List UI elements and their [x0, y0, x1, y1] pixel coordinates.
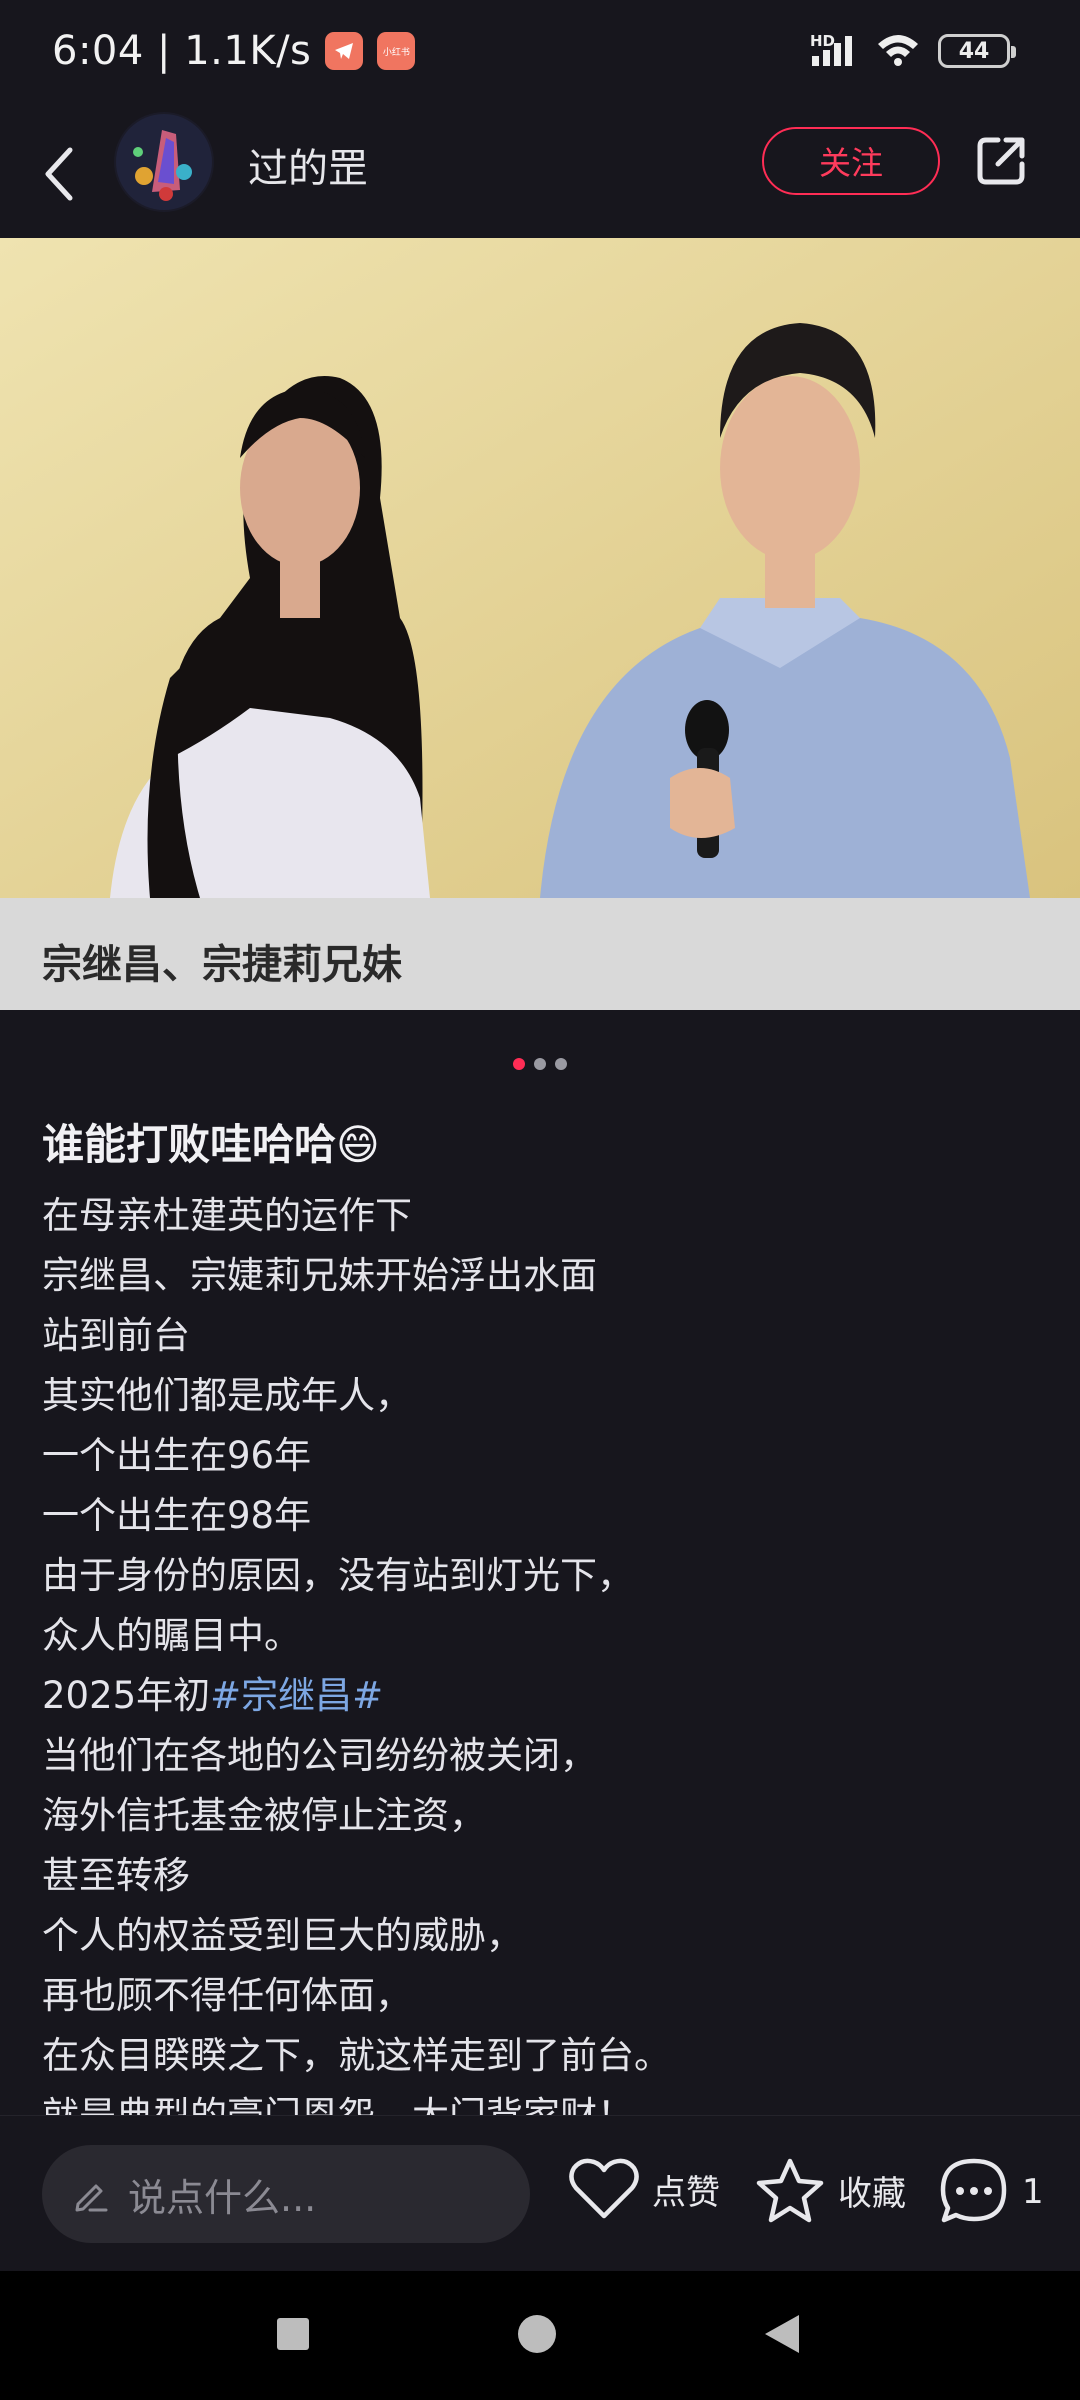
status-left: 6:04 | 1.1K/s 小红书	[52, 28, 416, 74]
comment-button[interactable]: 1	[938, 2156, 1044, 2228]
post-title: 谁能打败哇哈哈😄	[42, 1120, 380, 1169]
page-dot-1[interactable]	[513, 1058, 525, 1070]
image-caption: 宗继昌、宗捷莉兄妹	[42, 942, 402, 988]
share-icon	[977, 137, 1025, 185]
battery-indicator: 44	[938, 34, 1016, 68]
hashtag-link[interactable]: #宗继昌#	[210, 1674, 383, 1717]
comment-count: 1	[1022, 2172, 1044, 2212]
circle-icon	[518, 2315, 556, 2353]
author-avatar[interactable]	[114, 112, 214, 212]
comment-bubble-icon	[940, 2158, 1007, 2223]
image-page-indicator	[0, 1058, 1080, 1070]
post-line: 一个出生在96年	[42, 1434, 312, 1477]
collect-label: 收藏	[838, 2173, 906, 2214]
post-line: 众人的瞩目中。	[42, 1614, 301, 1657]
post-content: 谁能打败哇哈哈😄 在母亲杜建英的运作下 宗继昌、宗婕莉兄妹开始浮出水面 站到前台…	[42, 1110, 1042, 2115]
post-line: 宗继昌、宗婕莉兄妹开始浮出水面	[42, 1254, 597, 1297]
page-dot-3[interactable]	[555, 1058, 567, 1070]
note-header: 过的罡 关注	[0, 110, 1080, 238]
post-line-with-hashtag: 2025年初#宗继昌#	[42, 1666, 1042, 1726]
siblings-photo	[0, 238, 1080, 898]
star-icon	[756, 2158, 824, 2223]
post-line: 海外信托基金被停止注资，	[42, 1794, 486, 1837]
post-line: 一个出生在98年	[42, 1494, 312, 1537]
triangle-back-icon	[765, 2315, 799, 2353]
post-line: 再也顾不得任何体面，	[42, 1974, 412, 2017]
post-line: 个人的权益受到巨大的威胁，	[42, 1914, 523, 1957]
pencil-icon	[75, 2184, 108, 2212]
post-line: 当他们在各地的公司纷纷被关闭，	[42, 1734, 597, 1777]
back-button[interactable]	[28, 134, 88, 214]
post-line: 甚至转移	[42, 1854, 190, 1897]
system-navigation-bar	[0, 2271, 1080, 2400]
post-line: 在众目睽睽之下，就这样走到了前台。	[42, 2034, 671, 2077]
post-line: 由于身份的原因，没有站到灯光下，	[42, 1554, 634, 1597]
hd-signal-icon: HD	[810, 32, 858, 68]
status-time: 6:04 | 1.1K/s	[52, 28, 312, 74]
share-button[interactable]	[970, 130, 1032, 192]
heart-icon	[569, 2158, 639, 2219]
post-image[interactable]	[0, 238, 1080, 898]
status-bar: 6:04 | 1.1K/s 小红书 HD 44	[0, 0, 1080, 110]
post-line: 在母亲杜建英的运作下	[42, 1194, 412, 1237]
post-line: 就是典型的豪门恩怨，大门背家财！	[42, 2086, 1042, 2115]
author-name[interactable]: 过的罡	[248, 136, 368, 194]
follow-button[interactable]: 关注	[762, 127, 940, 195]
status-right: HD 44	[810, 32, 1016, 70]
recents-button[interactable]	[270, 2311, 316, 2357]
telegram-notification-icon	[325, 32, 364, 70]
post-line-prefix: 2025年初	[42, 1674, 211, 1717]
wifi-icon	[876, 32, 920, 70]
home-button[interactable]	[514, 2311, 560, 2357]
comment-input[interactable]: 说点什么...	[42, 2145, 530, 2243]
image-caption-bar: 宗继昌、宗捷莉兄妹	[0, 898, 1080, 1010]
xiaohongshu-notification-icon: 小红书	[377, 32, 416, 70]
bottom-action-bar: 说点什么... 点赞 收藏 1	[0, 2115, 1080, 2271]
square-icon	[277, 2318, 309, 2350]
like-button[interactable]: 点赞	[568, 2156, 720, 2222]
like-label: 点赞	[652, 2172, 720, 2213]
back-nav-button[interactable]	[758, 2311, 804, 2357]
battery-level: 44	[958, 38, 990, 64]
comment-placeholder: 说点什么...	[128, 2175, 317, 2220]
note-detail-screen: 6:04 | 1.1K/s 小红书 HD 44 过的罡 关注 宗继昌、宗捷莉兄妹…	[0, 0, 1080, 2400]
post-line: 其实他们都是成年人，	[42, 1374, 412, 1417]
collect-button[interactable]: 收藏	[754, 2156, 906, 2224]
chevron-left-icon	[45, 147, 73, 201]
post-line: 站到前台	[42, 1314, 190, 1357]
page-dot-2[interactable]	[534, 1058, 546, 1070]
